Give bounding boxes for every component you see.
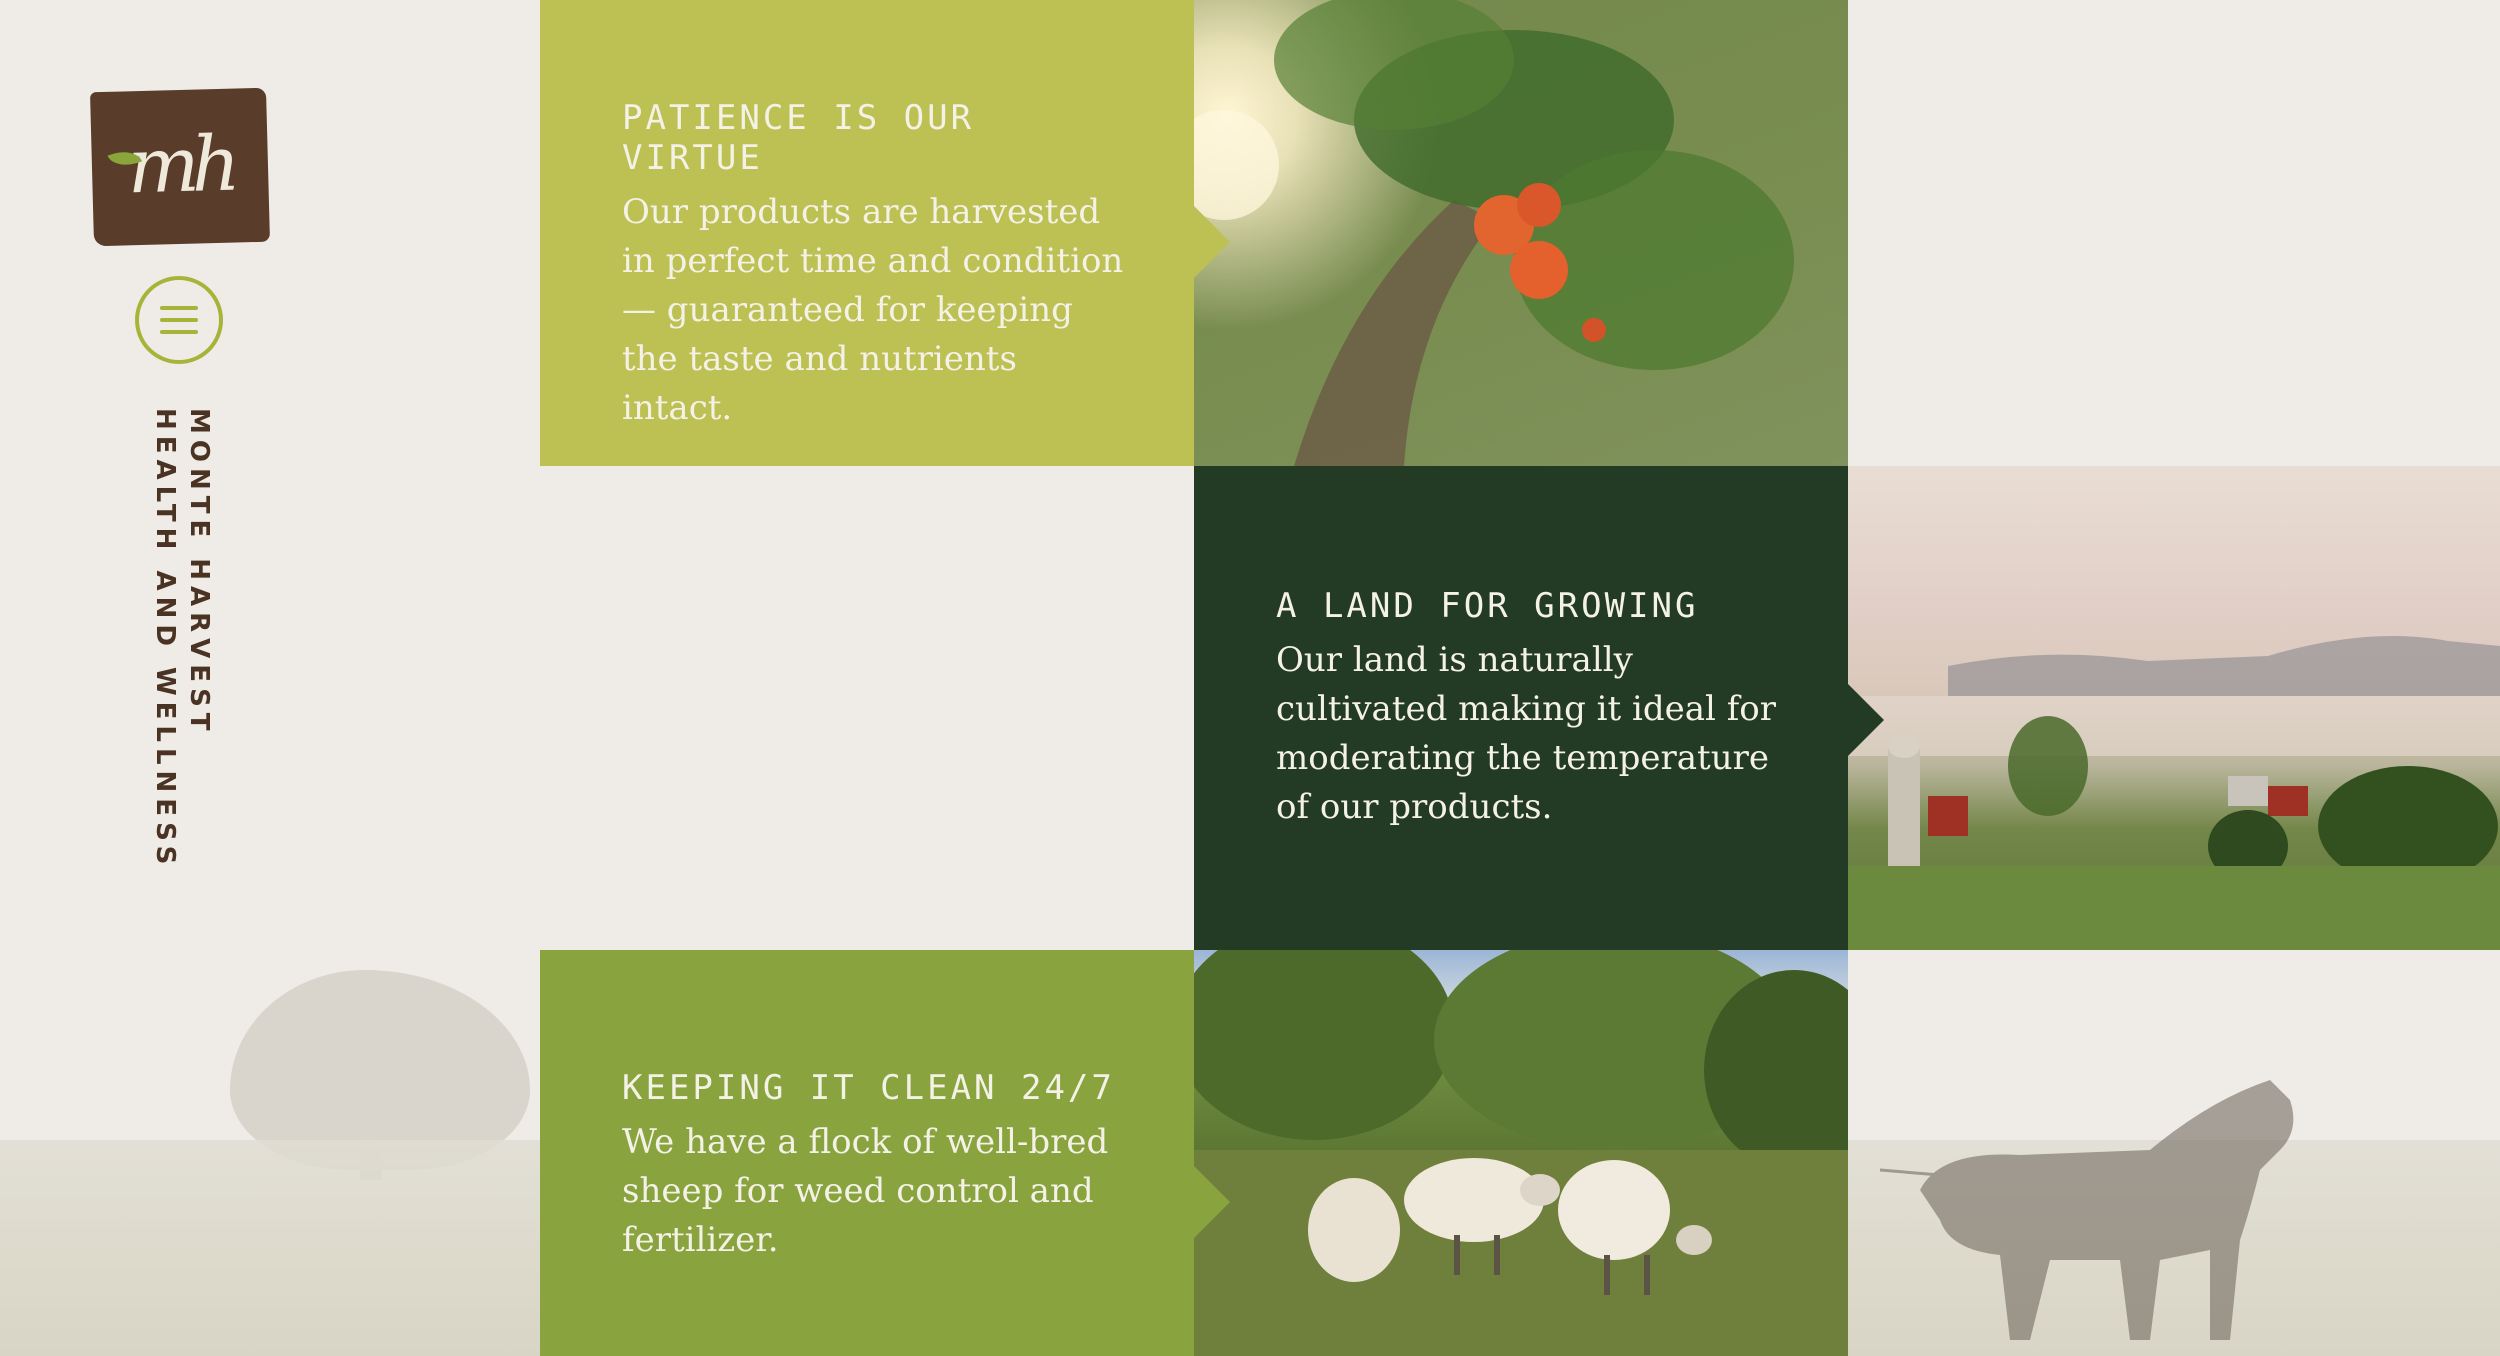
section-title: A LAND FOR GROWING xyxy=(1276,586,1699,626)
section-body: Our products are harvested in perfect ti… xyxy=(622,192,1124,428)
menu-button[interactable] xyxy=(135,276,223,364)
section-body: We have a flock of well-bred sheep for w… xyxy=(622,1122,1109,1260)
section-clean: KEEPING IT CLEAN 24/7 We have a flock of… xyxy=(540,950,1194,1356)
arrow-pointer xyxy=(1194,206,1230,278)
arrow-pointer xyxy=(1848,684,1884,756)
section-patience: PATIENCE IS OUR VIRTUE Our products are … xyxy=(540,0,1194,466)
tagline-line-2: HEALTH AND WELLNESS xyxy=(150,408,180,871)
section-body: Our land is naturally cultivated making … xyxy=(1276,640,1777,827)
brand-logo[interactable]: mh xyxy=(90,87,270,247)
hamburger-line xyxy=(160,330,198,334)
section-title: KEEPING IT CLEAN 24/7 xyxy=(622,1068,1115,1108)
hamburger-line xyxy=(160,318,198,322)
grazing-sheep-photo xyxy=(1194,950,1848,1356)
section-title: PATIENCE IS OUR VIRTUE xyxy=(622,98,975,178)
apricot-tree-photo xyxy=(1194,0,1848,466)
background-horse-silhouette xyxy=(1880,1080,2294,1340)
arrow-pointer xyxy=(1194,1166,1230,1238)
misty-farm-valley-photo xyxy=(1848,466,2500,950)
tagline-line-1: MONTE HARVEST xyxy=(184,408,214,737)
section-land: A LAND FOR GROWING Our land is naturally… xyxy=(1194,466,1848,950)
brand-tagline: MONTE HARVEST HEALTH AND WELLNESS xyxy=(148,408,216,870)
page: mh MONTE HARVEST HEALTH AND WELLNESS PAT… xyxy=(0,0,2500,1356)
logo-monogram: mh xyxy=(126,118,234,210)
hamburger-menu-icon xyxy=(160,306,198,310)
